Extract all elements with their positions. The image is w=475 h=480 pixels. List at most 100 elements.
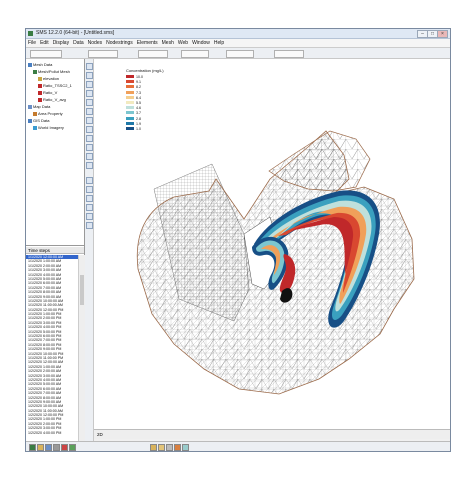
menu-item-mesh[interactable]: Mesh (160, 39, 176, 47)
tree-item[interactable]: elevation (38, 76, 59, 82)
tree-node-icon (28, 63, 32, 67)
tree-item[interactable]: Area Property (33, 111, 63, 117)
frame-icon[interactable] (174, 444, 181, 451)
menu-item-web[interactable]: Web (176, 39, 190, 47)
menu-item-file[interactable]: File (26, 39, 38, 47)
pan-icon[interactable] (158, 444, 165, 451)
scrollbar-thumb[interactable] (80, 275, 84, 305)
extra-tool-icon[interactable] (86, 222, 93, 229)
probe-icon[interactable] (86, 135, 93, 142)
tree-item[interactable]: Ratio_V (38, 90, 57, 96)
legend-label: 3.7 (136, 111, 141, 116)
tree-item[interactable]: GIS Data (28, 118, 49, 124)
tree-item-label: Mesh Data (33, 62, 53, 67)
legend-swatch (126, 85, 134, 89)
menu-item-display[interactable]: Display (51, 39, 71, 47)
legend-swatch (126, 101, 134, 104)
tree-item-label: Mesh/Pollut Mesh (38, 69, 70, 74)
menu-item-data[interactable]: Data (71, 39, 86, 47)
legend-title: Concentration (mg/L) (126, 68, 164, 73)
legend-swatch (126, 127, 134, 130)
legend-swatch (126, 116, 134, 120)
tree-node-icon (38, 84, 42, 88)
vertical-toolbox (85, 59, 94, 441)
node-icon[interactable] (86, 72, 93, 79)
toolbar-combo-4[interactable] (181, 50, 209, 58)
legend-swatch (126, 111, 134, 115)
status-text: 2D (97, 432, 103, 437)
rotate-icon[interactable] (86, 117, 93, 124)
menu-item-nodestrings[interactable]: Nodestrings (104, 39, 135, 47)
refresh-icon[interactable] (69, 444, 76, 451)
fit-icon[interactable] (86, 195, 93, 202)
status-bar: 2D (94, 429, 450, 439)
grow-icon[interactable] (86, 186, 93, 193)
legend-label: 10.0 (136, 75, 143, 79)
tree-node-icon (38, 91, 42, 95)
legend-label: 1.9 (136, 121, 141, 126)
rotate-icon[interactable] (166, 444, 173, 451)
tree-item[interactable]: Mesh/Pollut Mesh (33, 69, 70, 75)
legend-entry: 1.0 (126, 127, 141, 132)
legend-label: 6.4 (136, 95, 141, 100)
tree-item-label: Ratio_V_avg (43, 97, 66, 102)
menu-item-nodes[interactable]: Nodes (86, 39, 104, 47)
menu-item-edit[interactable]: Edit (38, 39, 51, 47)
graphics-window[interactable]: Concentration (mg/L) 10.0 9.1 8.2 7.3 6.4 5.5… (94, 59, 450, 429)
tree-node-icon (38, 77, 42, 81)
menu-item-help[interactable]: Help (212, 39, 226, 47)
time-step-item[interactable]: 1/2/2020 4:00:00 PM (26, 431, 78, 435)
toolbar-combo-2[interactable] (88, 50, 118, 58)
time-steps-scrollbar[interactable] (78, 255, 85, 441)
tree-item[interactable]: Mesh Data (28, 62, 52, 68)
toolbar (26, 48, 450, 59)
toolbar-combo-3[interactable] (138, 50, 168, 58)
save-icon[interactable] (45, 444, 52, 451)
window-title: SMS 12.2.0 (64-bit) - [Untitled.sms] (36, 30, 115, 36)
tree-item[interactable]: Ratio_TSSC2_1 (38, 83, 72, 89)
open-icon[interactable] (37, 444, 44, 451)
zoom-icon[interactable] (150, 444, 157, 451)
toolbar-combo-5[interactable] (226, 50, 254, 58)
legend-label: 5.5 (136, 101, 141, 105)
tree-item[interactable]: World Imagery (33, 125, 64, 131)
pan-icon[interactable] (86, 108, 93, 115)
menu-item-window[interactable]: Window (190, 39, 212, 47)
project-explorer: Mesh Data Mesh/Pollut Mesh elevation Ratio_… (26, 59, 85, 441)
display-options-icon[interactable] (182, 444, 189, 451)
animation-icon[interactable] (86, 162, 93, 169)
tree-node-icon (33, 112, 37, 116)
tree-item[interactable]: Map Data (28, 104, 50, 110)
title-bar: SMS 12.2.0 (64-bit) - [Untitled.sms] – □… (26, 29, 450, 39)
tree-node-icon (28, 105, 32, 109)
application-window: SMS 12.2.0 (64-bit) - [Untitled.sms] – □… (25, 28, 451, 452)
select-icon[interactable] (86, 63, 93, 70)
tree-item-label: GIS Data (33, 118, 50, 123)
toolbar-combo-1[interactable] (30, 50, 62, 58)
shrink-icon[interactable] (86, 177, 93, 184)
tree-node-icon (33, 70, 37, 74)
vector-icon[interactable] (86, 153, 93, 160)
measure-icon[interactable] (86, 126, 93, 133)
refresh-view-icon[interactable] (86, 204, 93, 211)
legend-label: 4.6 (136, 106, 141, 111)
menu-item-elements[interactable]: Elements (135, 39, 160, 47)
contour-icon[interactable] (86, 144, 93, 151)
toolbar-combo-6[interactable] (274, 50, 304, 58)
tree-item-label: Ratio_V (43, 90, 58, 95)
zoom-in-icon[interactable] (86, 99, 93, 106)
tree-item[interactable]: Ratio_V_avg (38, 97, 66, 103)
legend-swatch (126, 90, 134, 94)
time-steps-list[interactable]: 1/1/2020 12:00:00 AM 1/1/2020 1:00:00 AM 1… (26, 255, 78, 441)
info-icon[interactable] (86, 213, 93, 220)
tree-node-icon (28, 119, 32, 123)
delete-icon[interactable] (61, 444, 68, 451)
legend-label: 8.2 (136, 85, 141, 90)
nodestring-icon[interactable] (86, 90, 93, 97)
new-icon[interactable] (29, 444, 36, 451)
close-button[interactable]: × (437, 30, 448, 38)
element-icon[interactable] (86, 81, 93, 88)
print-icon[interactable] (53, 444, 60, 451)
project-tree: Mesh Data Mesh/Pollut Mesh elevation Ratio_… (26, 59, 84, 246)
legend-swatch (126, 95, 134, 99)
